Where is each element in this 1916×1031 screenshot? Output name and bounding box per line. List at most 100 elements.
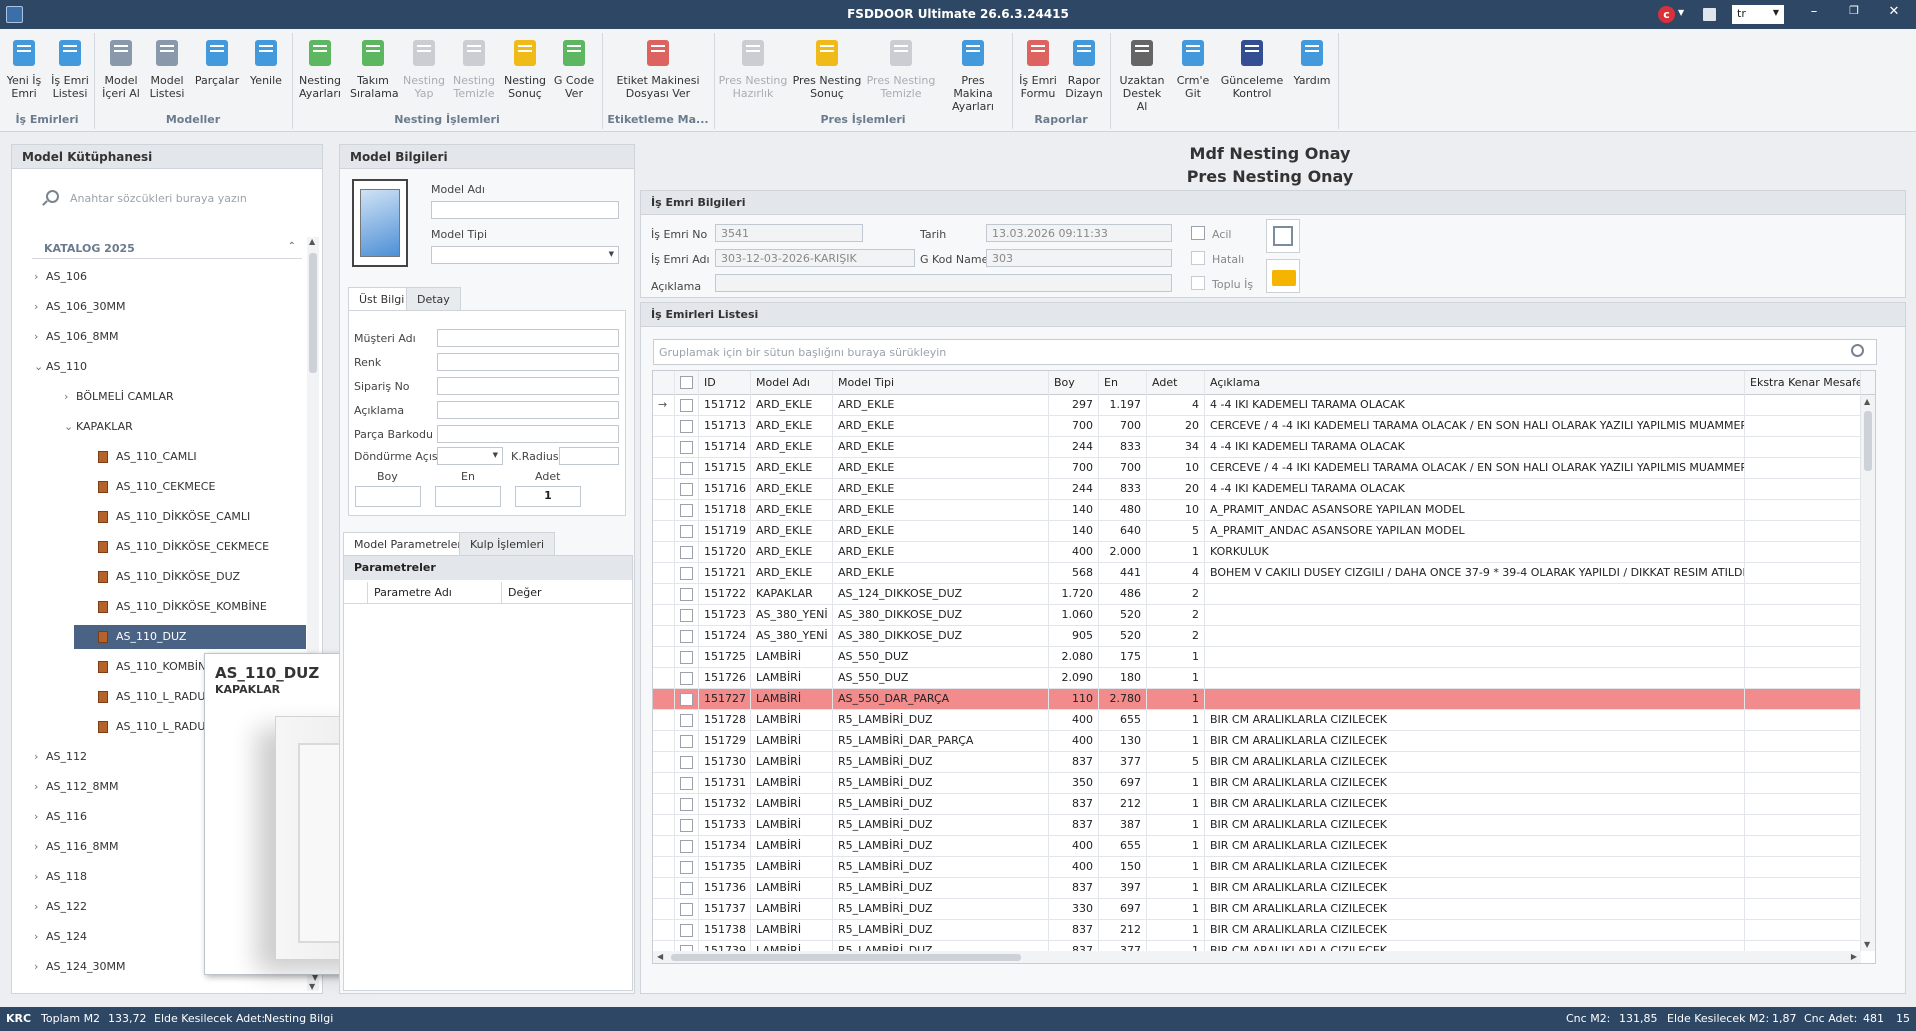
field-input[interactable] — [437, 353, 619, 371]
column-header[interactable]: Model Tipi — [833, 371, 1049, 395]
table-row[interactable]: 151720 ARD_EKLE ARD_EKLE 400 2.000 1 KORKULUK — [653, 542, 1861, 563]
ribbon-button-nesting-do[interactable]: Nesting Yap — [402, 33, 446, 100]
checkbox[interactable] — [680, 819, 693, 832]
field-input[interactable] — [437, 425, 619, 443]
tree-item[interactable]: ⌄ AS_110 — [12, 355, 306, 379]
table-row[interactable]: 151718 ARD_EKLE ARD_EKLE 140 480 10 A_PRAMIT_A… — [653, 500, 1861, 521]
ribbon-button-press-prep[interactable]: Pres Nesting Hazırlık — [718, 33, 788, 100]
column-header[interactable]: Adet — [1147, 371, 1205, 395]
ribbon-button-nesting-settings[interactable]: Nesting Ayarları — [298, 33, 342, 100]
checkbox[interactable] — [680, 672, 693, 685]
ribbon-button-press-result[interactable]: Pres Nesting Sonuç — [792, 33, 862, 100]
scroll-up-icon[interactable]: ▲ — [309, 237, 315, 246]
column-header[interactable]: Boy — [1049, 371, 1099, 395]
checkbox[interactable] — [680, 630, 693, 643]
ribbon-button-print[interactable]: İş Emri Formu — [1018, 33, 1058, 100]
chevron-right-icon[interactable]: › — [34, 745, 38, 769]
ribbon-button-help[interactable]: Yardım — [1292, 33, 1332, 87]
table-row[interactable]: 151715 ARD_EKLE ARD_EKLE 700 700 10 CERCEVE / … — [653, 458, 1861, 479]
table-row[interactable]: 151724 AS_380_YENİ AS_380_DIKKOSE_DUZ 905 52… — [653, 626, 1861, 647]
table-row[interactable]: 151731 LAMBİRİ R5_LAMBİRİ_DUZ 350 697 1 BIR CM… — [653, 773, 1861, 794]
ribbon-button-refresh[interactable]: Yenile — [246, 33, 286, 87]
table-row[interactable]: 151721 ARD_EKLE ARD_EKLE 568 441 4 BOHEM V CAK… — [653, 563, 1861, 584]
table-row[interactable]: 151722 KAPAKLAR AS_124_DIKKOSE_DUZ 1.720 486… — [653, 584, 1861, 605]
chevron-right-icon[interactable]: › — [34, 865, 38, 889]
tree-item[interactable]: AS_110_DİKKÖSE_CEKMECE — [12, 535, 306, 559]
checkbox[interactable] — [680, 546, 693, 559]
ribbon-button-tool-order[interactable]: Takım Sıralama — [350, 33, 399, 100]
gcode-input[interactable]: 303 — [986, 249, 1172, 267]
checkbox[interactable] — [680, 882, 693, 895]
ribbon-button-gcode[interactable]: G Code Ver — [552, 33, 596, 100]
model-type-select[interactable]: ▼ — [431, 246, 619, 264]
job-no-input[interactable]: 3541 — [715, 224, 863, 242]
ribbon-button-model-import[interactable]: Model İçeri Al — [100, 33, 142, 100]
checkbox[interactable] — [680, 525, 693, 538]
scroll-left-icon[interactable]: ◀ — [657, 952, 663, 961]
ribbon-button-model-list[interactable]: Model Listesi — [146, 33, 188, 100]
table-row[interactable]: 151728 LAMBİRİ R5_LAMBİRİ_DUZ 400 655 1 BIR CM… — [653, 710, 1861, 731]
catalog-header[interactable]: KATALOG 2025 ⌃ — [32, 241, 302, 259]
column-header[interactable]: ID — [699, 371, 751, 395]
table-row[interactable]: 151730 LAMBİRİ R5_LAMBİRİ_DUZ 837 377 5 BIR CM… — [653, 752, 1861, 773]
checkbox[interactable] — [680, 756, 693, 769]
table-row[interactable]: 151714 ARD_EKLE ARD_EKLE 244 833 34 4 -4 IKI K… — [653, 437, 1861, 458]
checkbox[interactable] — [680, 693, 693, 706]
chevron-down-icon[interactable]: ⌄ — [64, 415, 73, 439]
checkbox[interactable] — [680, 483, 693, 496]
adet-input[interactable]: 1 — [515, 486, 581, 507]
desc-input[interactable] — [715, 274, 1172, 292]
ribbon-button-remote[interactable]: Uzaktan Destek Al — [1116, 33, 1168, 113]
ribbon-button-nesting-clear[interactable]: Nesting Temizle — [450, 33, 498, 100]
table-row[interactable]: 151725 LAMBİRİ AS_550_DUZ 2.080 175 1 — [653, 647, 1861, 668]
chevron-right-icon[interactable]: › — [34, 895, 38, 919]
crm-dropdown-icon[interactable]: ▼ — [1678, 8, 1684, 17]
chevron-down-icon[interactable]: ⌄ — [34, 355, 43, 379]
scroll-thumb[interactable] — [671, 954, 1021, 961]
hatali-checkbox[interactable] — [1191, 251, 1205, 265]
checkbox[interactable] — [680, 924, 693, 937]
select-all-checkbox[interactable] — [675, 371, 699, 395]
checkbox[interactable] — [680, 376, 693, 389]
acil-checkbox[interactable] — [1191, 226, 1205, 240]
scroll-right-icon[interactable]: ▶ — [1851, 952, 1857, 961]
table-row[interactable]: 151723 AS_380_YENİ AS_380_DIKKOSE_DUZ 1.060… — [653, 605, 1861, 626]
table-row[interactable]: 151734 LAMBİRİ R5_LAMBİRİ_DUZ 400 655 1 BIR CM… — [653, 836, 1861, 857]
chevron-right-icon[interactable]: › — [34, 265, 38, 289]
param-col-value[interactable]: Değer — [508, 586, 542, 599]
tree-item[interactable]: › BÖLMELİ CAMLAR — [12, 385, 306, 409]
checkbox[interactable] — [680, 840, 693, 853]
table-row[interactable]: 151736 LAMBİRİ R5_LAMBİRİ_DUZ 837 397 1 BIR CM… — [653, 878, 1861, 899]
ribbon-button-update[interactable]: Günceleme Kontrol — [1218, 33, 1286, 100]
table-row[interactable]: 151719 ARD_EKLE ARD_EKLE 140 640 5 A_PRAMIT_AN… — [653, 521, 1861, 542]
group-panel[interactable]: Gruplamak için bir sütun başlığını buray… — [653, 339, 1877, 365]
ribbon-button-job-list[interactable]: İş Emri Listesi — [48, 33, 92, 100]
chevron-right-icon[interactable]: › — [64, 385, 68, 409]
tree-item[interactable]: AS_110_DİKKÖSE_KOMBİNE — [12, 595, 306, 619]
column-header[interactable]: Ekstra Kenar Mesafe — [1745, 371, 1861, 395]
column-header[interactable]: En — [1099, 371, 1147, 395]
table-row[interactable]: 151727 LAMBİRİ AS_550_DAR_PARÇA 110 2.780 1 — [653, 689, 1861, 710]
table-row[interactable]: 151732 LAMBİRİ R5_LAMBİRİ_DUZ 837 212 1 BIR CM… — [653, 794, 1861, 815]
scroll-down-icon[interactable]: ▼ — [1864, 940, 1870, 949]
table-row[interactable]: 151738 LAMBİRİ R5_LAMBİRİ_DUZ 837 212 1 BIR CM… — [653, 920, 1861, 941]
chevron-right-icon[interactable]: › — [34, 775, 38, 799]
ribbon-button-report-design[interactable]: Rapor Dizayn — [1064, 33, 1104, 100]
field-input[interactable] — [437, 401, 619, 419]
tree-item[interactable]: › AS_106_30MM — [12, 295, 306, 319]
scroll-up-icon[interactable]: ▲ — [1864, 397, 1870, 406]
table-row[interactable]: 151735 LAMBİRİ R5_LAMBİRİ_DUZ 400 150 1 BIR CM… — [653, 857, 1861, 878]
tab-detay[interactable]: Detay — [406, 287, 461, 311]
checkbox[interactable] — [680, 609, 693, 622]
column-header[interactable]: Model Adı — [751, 371, 833, 395]
tree-item[interactable]: › AS_106 — [12, 265, 306, 289]
approve-icon[interactable] — [1266, 219, 1300, 253]
grid-search-icon[interactable] — [1851, 344, 1864, 357]
model-name-input[interactable] — [431, 201, 619, 219]
ribbon-button-press-settings[interactable]: Pres Makina Ayarları — [940, 33, 1006, 113]
param-col-name[interactable]: Parametre Adı — [374, 586, 452, 599]
crm-icon[interactable]: c — [1658, 6, 1675, 23]
ribbon-button-press-clear[interactable]: Pres Nesting Temizle — [866, 33, 936, 100]
checkbox[interactable] — [680, 420, 693, 433]
rotate-select[interactable]: ▼ — [437, 447, 503, 465]
